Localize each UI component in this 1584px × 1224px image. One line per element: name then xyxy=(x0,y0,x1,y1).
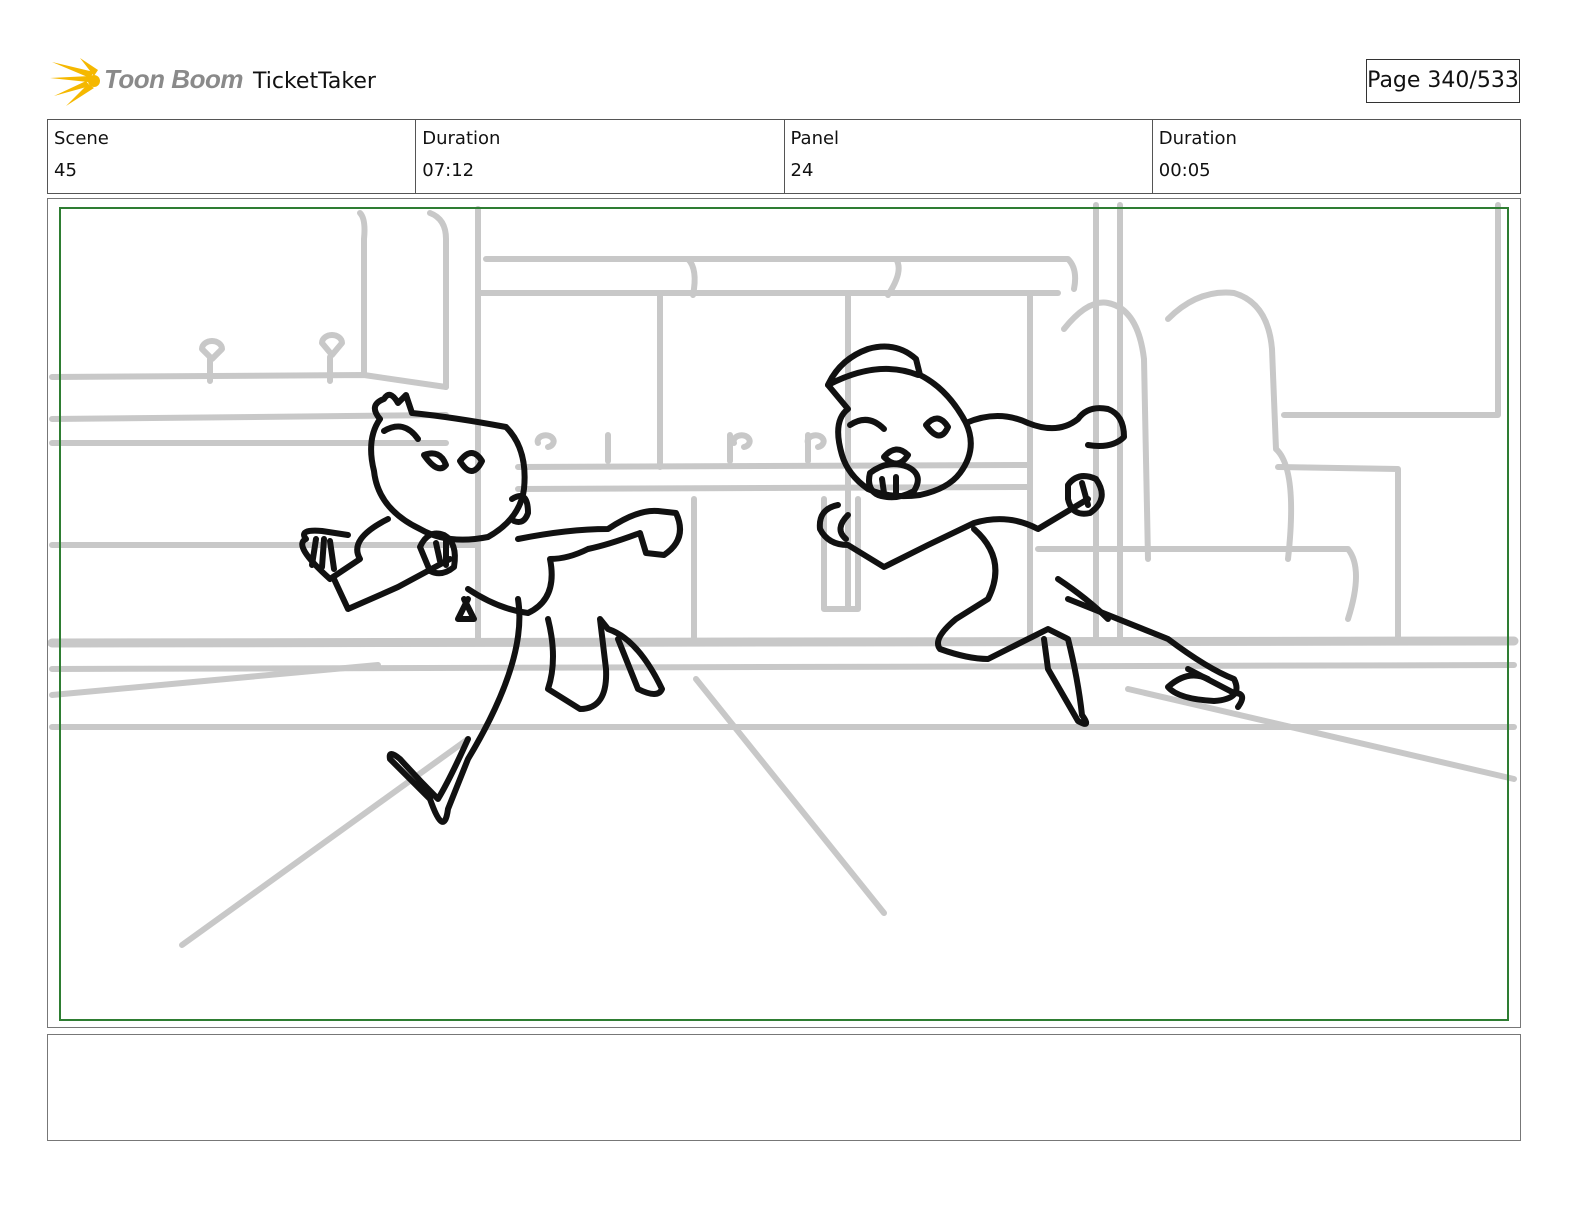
scene-value: 45 xyxy=(54,160,77,181)
panel-notes xyxy=(47,1034,1521,1141)
panel-drawing xyxy=(48,202,1519,1021)
scene-duration-value: 07:12 xyxy=(422,160,475,181)
scene-info-table: Scene 45 Duration 07:12 Panel 24 Duratio… xyxy=(47,119,1521,194)
project-title: TicketTaker xyxy=(253,69,376,94)
page-header: Toon Boom TicketTaker Page 340/533 xyxy=(0,0,1584,118)
scene-duration-cell: Duration 07:12 xyxy=(416,120,785,193)
panel-duration-value: 00:05 xyxy=(1158,160,1211,181)
panel-duration-cell: Duration 00:05 xyxy=(1153,120,1520,193)
scene-label: Scene xyxy=(54,128,109,149)
page-indicator: Page 340/533 xyxy=(1366,59,1520,103)
running-boy-figure xyxy=(299,391,683,825)
safe-area-frame xyxy=(59,207,1509,1021)
background-sketch xyxy=(48,202,1519,948)
storyboard-panel xyxy=(47,198,1521,1028)
panel-value: 24 xyxy=(790,160,814,181)
panel-cell: Panel 24 xyxy=(785,120,1153,193)
panel-duration-label: Duration xyxy=(1158,128,1237,149)
scene-duration-label: Duration xyxy=(422,128,501,149)
scene-cell: Scene 45 xyxy=(48,120,417,193)
panel-label: Panel xyxy=(790,128,840,149)
logo-wordmark: Toon Boom xyxy=(104,64,243,94)
